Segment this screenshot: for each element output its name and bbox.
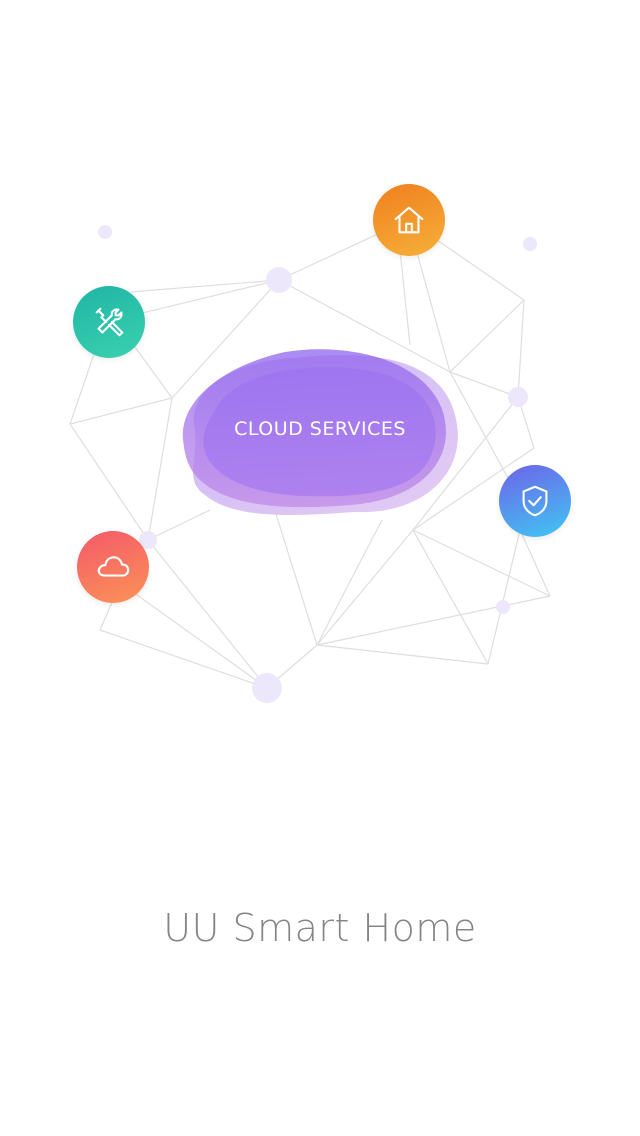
cloud-button[interactable] xyxy=(77,531,149,603)
security-button[interactable] xyxy=(499,465,571,537)
home-button[interactable] xyxy=(373,184,445,256)
cloud-icon xyxy=(97,556,130,577)
splash-screen: CLOUD SERVICES UU Smart Home xyxy=(0,0,640,1136)
tools-button[interactable] xyxy=(73,286,145,358)
app-title: UU Smart Home xyxy=(163,906,477,950)
home-icon xyxy=(394,206,424,234)
shield-check-icon xyxy=(522,485,548,517)
cloud-services-label: CLOUD SERVICES xyxy=(234,418,406,440)
tools-icon xyxy=(95,307,124,337)
